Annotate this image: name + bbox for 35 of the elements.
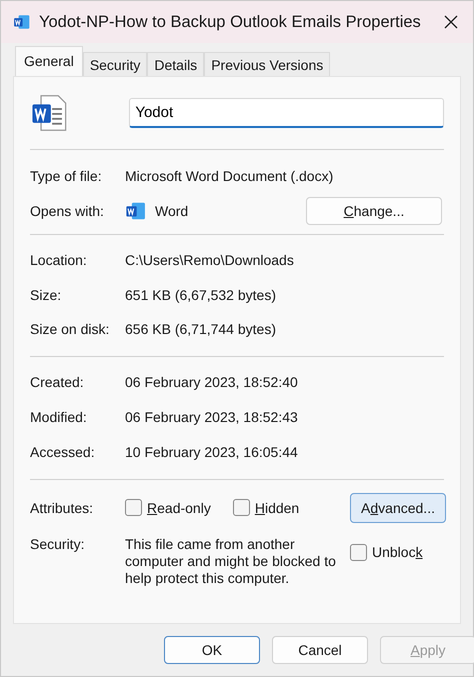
checkbox[interactable]: Unblock xyxy=(350,544,423,560)
field-label: Type of file: xyxy=(30,168,103,184)
field-value: 10 February 2023, 16:05:44 xyxy=(125,444,298,460)
field-label: Opens with: xyxy=(30,203,105,219)
tab[interactable]: General xyxy=(15,46,83,77)
field-label: Security: xyxy=(30,536,86,552)
file-name-field[interactable]: Yodot xyxy=(129,98,444,128)
field-label: Size on disk: xyxy=(30,321,110,338)
field-label: Attributes: xyxy=(30,500,94,516)
checkbox[interactable]: Hidden xyxy=(232,499,300,516)
field-label: Size: xyxy=(30,286,62,303)
field-value: 656 KB (6,71,744 bytes) xyxy=(125,321,276,338)
field-label: Created: xyxy=(30,374,85,390)
tab[interactable]: Previous Versions xyxy=(204,52,330,76)
advanced-button[interactable]: Advanced... xyxy=(350,492,446,522)
security-message: This file came from another computer and might be blocked to help protect this computer. xyxy=(125,536,337,586)
dialog-button[interactable]: OK xyxy=(164,636,260,664)
field-label: Accessed: xyxy=(30,444,96,460)
field-value: C:\Users\Remo\Downloads xyxy=(125,252,294,268)
field-value: 06 February 2023, 18:52:40 xyxy=(125,374,298,390)
word-icon xyxy=(125,200,147,222)
close-icon[interactable] xyxy=(443,14,459,30)
field-value: 651 KB (6,67,532 bytes) xyxy=(125,286,276,303)
dialog-button[interactable]: Cancel xyxy=(272,636,368,664)
field-label: Location: xyxy=(30,252,88,268)
checkbox[interactable]: Read-only xyxy=(125,499,211,516)
field-value: 06 February 2023, 18:52:43 xyxy=(125,409,298,425)
tab[interactable]: Security xyxy=(82,52,148,76)
field-label: Modified: xyxy=(30,409,88,425)
word-icon xyxy=(13,13,31,31)
tab[interactable]: Details xyxy=(147,52,204,76)
change-button[interactable]: Change... xyxy=(306,197,442,225)
window-title: Yodot-NP-How to Backup Outlook Emails Properties xyxy=(39,12,422,32)
field-value: Microsoft Word Document (.docx) xyxy=(125,168,334,184)
field-value: Word xyxy=(155,203,190,219)
